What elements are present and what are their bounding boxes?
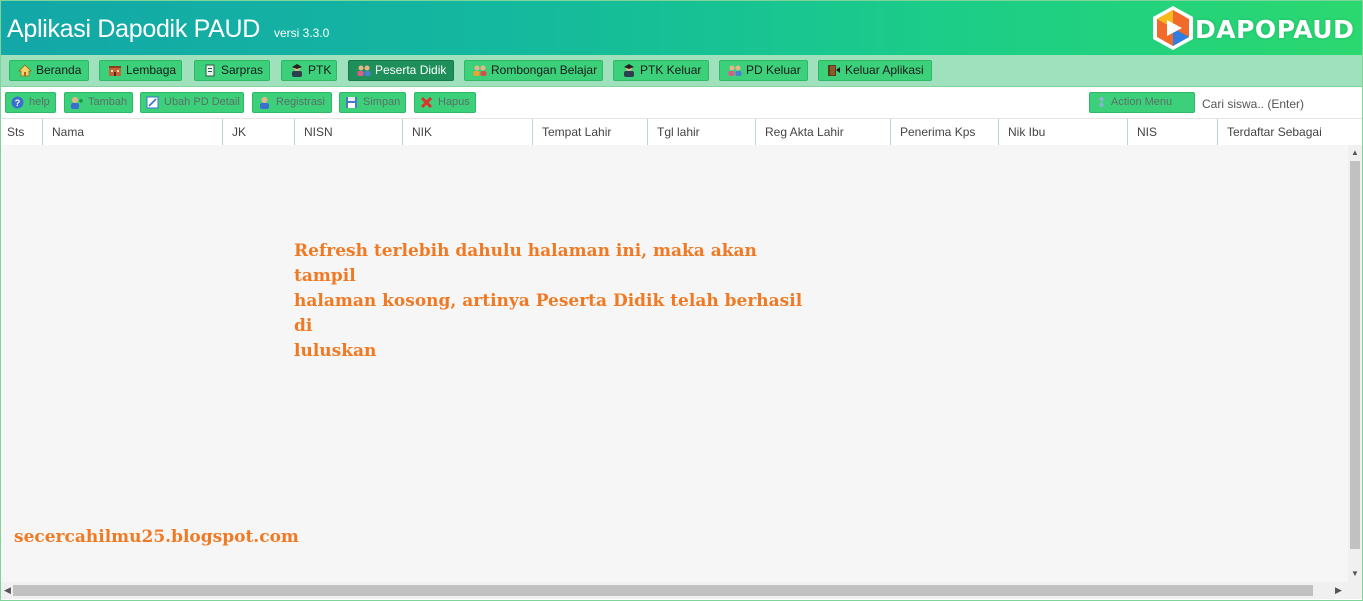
blog-watermark: secercahilmu25.blogspot.com xyxy=(14,527,299,547)
main-nav: Beranda Lembaga Sarpras PTK Peserta Didi… xyxy=(1,55,1362,87)
search-student-input[interactable] xyxy=(1202,94,1357,113)
sarpras-icon xyxy=(205,64,215,77)
hapus-button-label: Hapus xyxy=(438,96,470,108)
scrollbar-corner xyxy=(1348,582,1362,599)
nav-peserta-didik-label: Peserta Didik xyxy=(375,63,447,77)
logo-text-dapo: DAPO xyxy=(1195,15,1277,44)
nav-keluar-aplikasi[interactable]: Keluar Aplikasi xyxy=(818,60,932,81)
nav-ptk[interactable]: PTK xyxy=(281,60,337,81)
logo-text-paud: PAUD xyxy=(1276,15,1355,44)
annotation-line-1: Refresh terlebih dahulu halaman ini, mak… xyxy=(294,241,757,286)
nav-lembaga[interactable]: Lembaga xyxy=(99,60,182,81)
action-menu-button[interactable]: Action Menu xyxy=(1089,92,1195,113)
nav-beranda-label: Beranda xyxy=(36,63,82,77)
nav-ptk-label: PTK xyxy=(308,63,332,77)
simpan-button-label: Simpan xyxy=(363,96,401,108)
svg-text:?: ? xyxy=(15,98,21,108)
column-header-tempat-lahir[interactable]: Tempat Lahir xyxy=(532,119,647,145)
nav-ptk-keluar[interactable]: PTK Keluar xyxy=(613,60,709,81)
app-title: Aplikasi Dapodik PAUD xyxy=(7,15,261,43)
teacher-exit-icon xyxy=(624,64,634,77)
help-button[interactable]: ? help xyxy=(5,92,56,113)
vertical-scrollbar[interactable]: ▲ ▼ xyxy=(1348,145,1362,582)
column-header-sts[interactable]: Sts xyxy=(1,119,42,145)
ubah-pd-detail-button-label: Ubah PD Detail xyxy=(164,96,240,108)
nav-beranda[interactable]: Beranda xyxy=(9,60,89,81)
app-header: Aplikasi Dapodik PAUD versi 3.3.0 DAPOPA… xyxy=(1,1,1362,55)
dapopaud-logo-icon xyxy=(1153,6,1193,50)
students-icon xyxy=(357,65,371,76)
simpan-button[interactable]: Simpan xyxy=(339,92,406,113)
tambah-button-label: Tambah xyxy=(88,96,128,108)
nav-keluar-aplikasi-label: Keluar Aplikasi xyxy=(845,63,924,77)
nav-peserta-didik[interactable]: Peserta Didik xyxy=(348,60,454,81)
column-header-penerima-kps[interactable]: Penerima Kps xyxy=(890,119,998,145)
group-icon xyxy=(473,65,487,76)
building-icon xyxy=(109,66,121,76)
app-window: Aplikasi Dapodik PAUD versi 3.3.0 DAPOPA… xyxy=(0,0,1363,601)
add-user-icon xyxy=(71,97,83,109)
action-menu-icon xyxy=(1099,97,1104,107)
column-header-nik-ibu[interactable]: Nik Ibu xyxy=(998,119,1127,145)
register-user-icon xyxy=(260,97,269,109)
ubah-pd-detail-button[interactable]: Ubah PD Detail xyxy=(140,92,244,113)
grid-header: Sts Nama JK NISN NIK Tempat Lahir Tgl la… xyxy=(1,118,1362,145)
delete-icon xyxy=(420,96,433,109)
dapopaud-logo-text: DAPOPAUD xyxy=(1195,15,1354,44)
annotation-line-3: luluskan xyxy=(294,341,377,361)
column-header-jk[interactable]: JK xyxy=(222,119,294,145)
nav-sarpras[interactable]: Sarpras xyxy=(194,60,270,81)
nav-pd-keluar-label: PD Keluar xyxy=(746,63,801,77)
registrasi-button-label: Registrasi xyxy=(276,96,325,108)
toolbar: ? help Tambah Ubah PD Detail Registrasi … xyxy=(1,88,1362,118)
column-header-nama[interactable]: Nama xyxy=(42,119,222,145)
help-button-label: help xyxy=(29,96,50,108)
column-header-nisn[interactable]: NISN xyxy=(294,119,402,145)
save-icon xyxy=(346,97,357,108)
scroll-left-icon[interactable]: ◀ xyxy=(4,585,11,596)
scroll-right-icon[interactable]: ▶ xyxy=(1335,585,1342,596)
scroll-down-icon[interactable]: ▼ xyxy=(1351,569,1359,578)
column-header-nis[interactable]: NIS xyxy=(1127,119,1217,145)
annotation-line-2: halaman kosong, artinya Peserta Didik te… xyxy=(294,291,803,336)
nav-sarpras-label: Sarpras xyxy=(221,63,264,77)
nav-ptk-keluar-label: PTK Keluar xyxy=(640,63,702,77)
horizontal-scroll-thumb[interactable] xyxy=(13,585,1313,596)
tutorial-annotation: Refresh terlebih dahulu halaman ini, mak… xyxy=(294,239,814,364)
dapopaud-logo: DAPOPAUD xyxy=(1151,5,1354,51)
column-header-nik[interactable]: NIK xyxy=(402,119,532,145)
home-icon xyxy=(18,64,32,77)
app-version: versi 3.3.0 xyxy=(274,26,330,40)
vertical-scroll-thumb[interactable] xyxy=(1350,161,1360,549)
help-icon: ? xyxy=(11,96,24,109)
action-menu-button-label: Action Menu xyxy=(1111,96,1173,108)
students-exit-icon xyxy=(728,65,742,76)
column-header-tgl-lahir[interactable]: Tgl lahir xyxy=(647,119,755,145)
tambah-button[interactable]: Tambah xyxy=(64,92,133,113)
teacher-icon xyxy=(292,64,302,77)
nav-rombongan-belajar[interactable]: Rombongan Belajar xyxy=(464,60,603,81)
edit-icon xyxy=(146,96,159,109)
nav-lembaga-label: Lembaga xyxy=(126,63,177,77)
logout-icon xyxy=(828,65,840,76)
scroll-up-icon[interactable]: ▲ xyxy=(1351,148,1359,157)
nav-rombongan-belajar-label: Rombongan Belajar xyxy=(491,63,598,77)
registrasi-button[interactable]: Registrasi xyxy=(252,92,332,113)
column-header-reg-akta-lahir[interactable]: Reg Akta Lahir xyxy=(755,119,890,145)
horizontal-scrollbar[interactable]: ◀ ▶ xyxy=(1,582,1348,599)
column-header-terdaftar-sebagai[interactable]: Terdaftar Sebagai xyxy=(1217,119,1362,145)
nav-pd-keluar[interactable]: PD Keluar xyxy=(719,60,808,81)
hapus-button[interactable]: Hapus xyxy=(414,92,476,113)
